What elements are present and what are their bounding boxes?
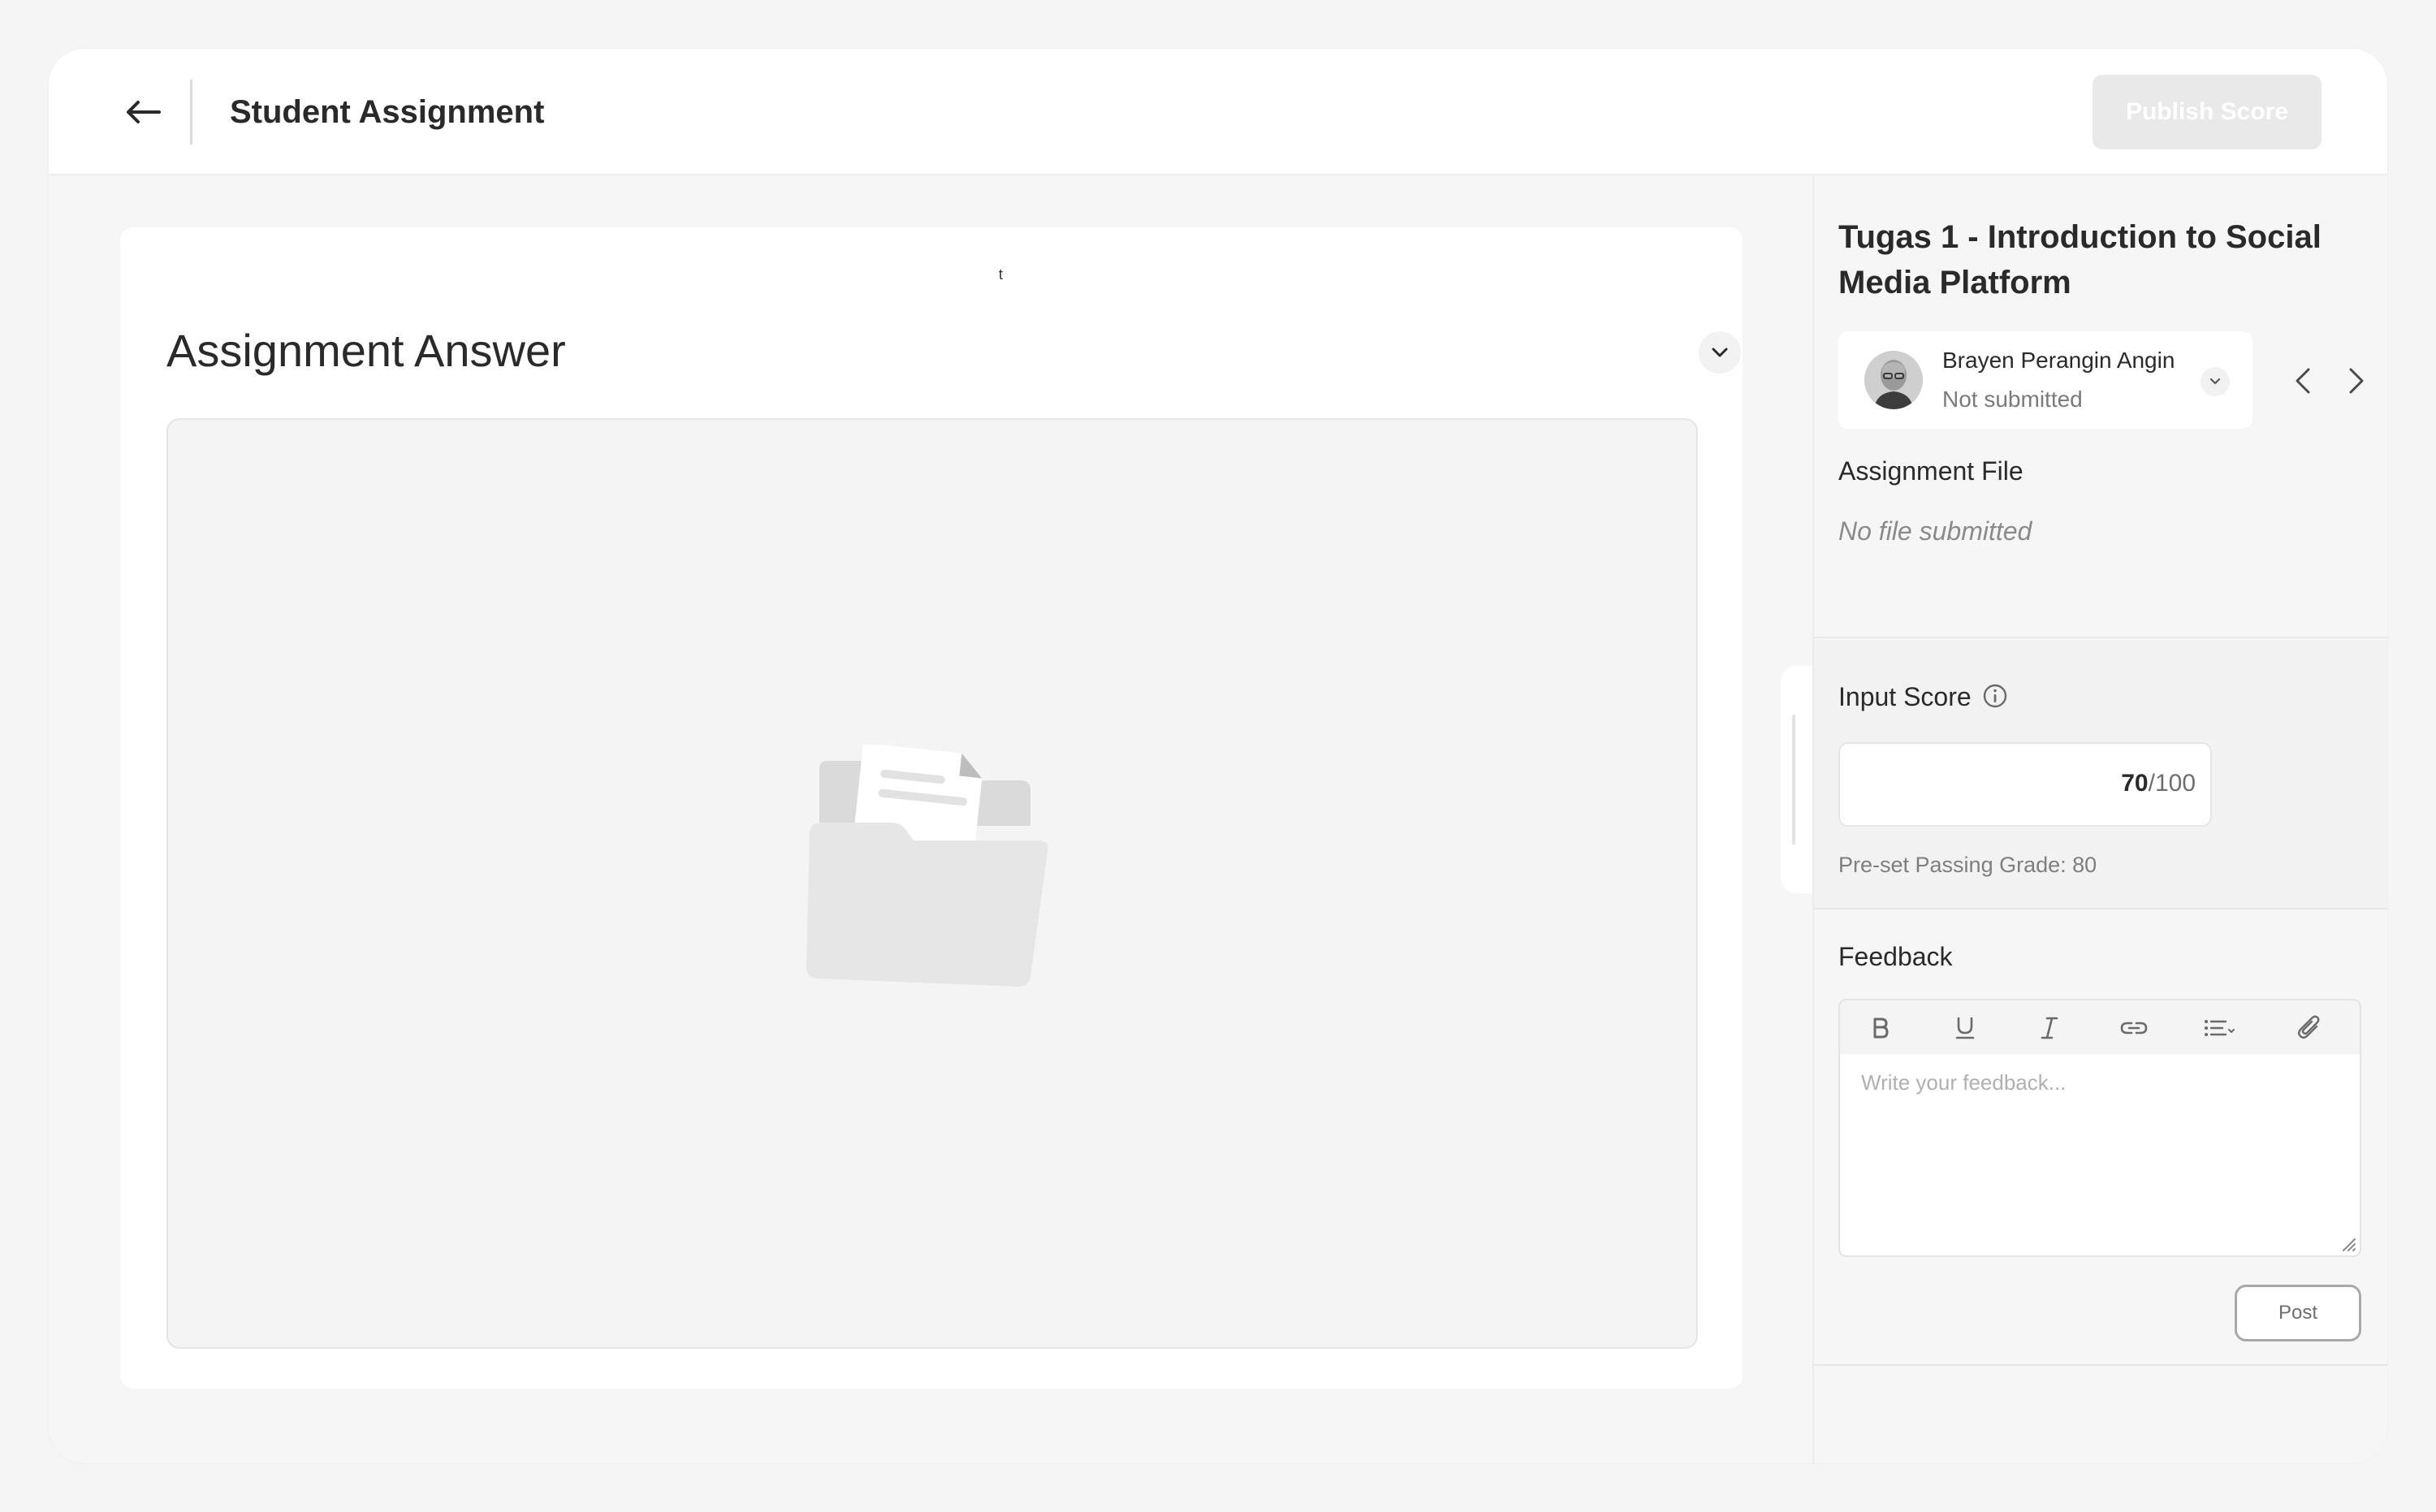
arrow-left-icon <box>127 101 161 123</box>
student-dropdown-button[interactable] <box>2201 367 2230 396</box>
chevron-left-icon <box>2296 368 2310 394</box>
input-score-label: Input Score <box>1838 682 1972 711</box>
list-icon <box>2205 1020 2235 1036</box>
chevron-right-icon <box>2349 368 2364 394</box>
publish-score-button[interactable]: Publish Score <box>2093 75 2322 149</box>
score-value-display: 70/100 <box>2121 770 2196 797</box>
no-file-text: No file submitted <box>1838 516 2032 546</box>
assignment-answer-card: t Assignment Answer <box>120 227 1743 1389</box>
chevron-down-icon <box>1712 348 1728 357</box>
answer-preview-empty <box>166 418 1698 1349</box>
italic-icon <box>2041 1017 2058 1039</box>
handle-grip-line <box>1792 715 1795 845</box>
score-section: Input Score 70/100 Pre-set Passing Grade… <box>1814 640 2387 909</box>
app-window: Student Assignment Publish Score t Assig… <box>49 49 2387 1463</box>
link-icon <box>2120 1022 2148 1035</box>
feedback-textarea[interactable] <box>1842 1054 2360 1255</box>
resize-grip-icon[interactable] <box>2339 1234 2356 1252</box>
bold-button[interactable] <box>1863 1010 1898 1046</box>
grading-panel: Tugas 1 - Introduction to Social Media P… <box>1812 175 2387 1463</box>
next-student-button[interactable] <box>2339 361 2374 401</box>
editor-toolbar <box>1840 1000 2360 1054</box>
stray-text: t <box>999 266 1004 283</box>
feedback-label: Feedback <box>1838 942 1953 971</box>
collapse-button[interactable] <box>1699 331 1741 374</box>
attach-button[interactable] <box>2291 1010 2327 1046</box>
header-divider <box>190 80 192 145</box>
attach-icon <box>2298 1015 2320 1039</box>
list-button[interactable] <box>2201 1010 2241 1046</box>
score-input[interactable]: 70/100 <box>1838 742 2212 827</box>
feedback-section: Feedback Write your feedback... Post <box>1814 911 2387 1366</box>
passing-grade-text: Pre-set Passing Grade: 80 <box>1838 853 2097 877</box>
underline-button[interactable] <box>1947 1010 1983 1046</box>
assignment-answer-title: Assignment Answer <box>166 325 566 376</box>
page-title: Student Assignment <box>230 94 545 130</box>
panel-resize-handle[interactable] <box>1781 666 1813 893</box>
chevron-down-icon <box>2209 378 2221 385</box>
assignment-file-label: Assignment File <box>1838 456 2024 486</box>
underline-icon <box>1955 1017 1975 1039</box>
assignment-info-section: Tugas 1 - Introduction to Social Media P… <box>1814 175 2387 638</box>
assignment-title: Tugas 1 - Introduction to Social Media P… <box>1838 219 2322 300</box>
student-avatar-icon <box>1864 351 1923 409</box>
student-selector[interactable]: Brayen Perangin Angin Not submitted <box>1838 331 2252 429</box>
back-button[interactable] <box>112 86 174 138</box>
score-value: 70 <box>2121 770 2149 797</box>
info-icon[interactable] <box>1981 682 2009 710</box>
link-button[interactable] <box>2116 1010 2152 1046</box>
previous-student-button[interactable] <box>2285 361 2321 401</box>
score-max: /100 <box>2148 770 2196 797</box>
student-name: Brayen Perangin Angin <box>1942 348 2175 373</box>
top-bar: Student Assignment Publish Score <box>49 49 2387 175</box>
avatar <box>1864 351 1923 409</box>
empty-folder-icon <box>806 745 1048 987</box>
post-feedback-button[interactable]: Post <box>2235 1285 2361 1341</box>
italic-button[interactable] <box>2032 1010 2067 1046</box>
submission-status: Not submitted <box>1942 387 2083 412</box>
feedback-editor <box>1838 999 2361 1257</box>
bold-icon <box>1873 1017 1889 1039</box>
